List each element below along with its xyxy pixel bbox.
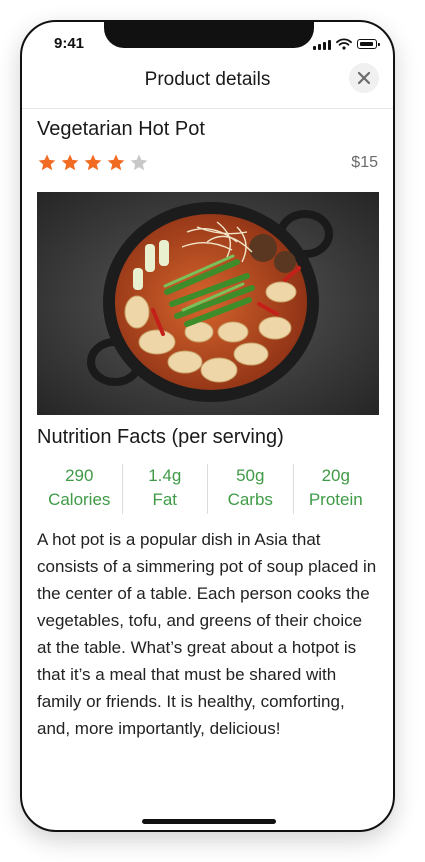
nutrient-fat: 1.4g Fat: [123, 464, 208, 514]
page-title: Product details: [144, 69, 271, 90]
close-button[interactable]: [349, 63, 379, 93]
product-description: A hot pot is a popular dish in Asia that…: [37, 530, 377, 738]
nutrient-label: Calories: [48, 490, 111, 509]
star-rating: [37, 153, 149, 173]
header: Product details: [22, 63, 393, 109]
nutrient-value: 290: [65, 466, 94, 485]
nutrient-label: Protein: [308, 490, 363, 509]
signal-icon: [313, 39, 331, 50]
wifi-icon: [336, 38, 352, 50]
status-time: 9:41: [54, 35, 85, 52]
phone-frame: 9:41 Product details Vegetarian Hot Pot …: [20, 20, 395, 832]
close-icon: [357, 71, 371, 85]
nutrient-value: 50g: [236, 466, 265, 485]
stage: 9:41 Product details Vegetarian Hot Pot …: [0, 0, 425, 862]
nutrient-protein: 20g Protein: [294, 464, 379, 514]
nutrition-title: Nutrition Facts (per serving): [37, 426, 284, 448]
star-filled-icon: [84, 154, 102, 171]
product-price: $15: [351, 154, 378, 171]
nutrition-facts: 290 Calories 1.4g Fat 50g Carbs 20g Prot…: [37, 464, 378, 514]
status-icons: [313, 38, 380, 50]
hot-pot-image: [37, 192, 379, 415]
star-empty-icon: [130, 154, 148, 171]
rating-row: $15: [37, 150, 378, 176]
nutrient-value: 1.4g: [148, 466, 182, 485]
notch: [104, 22, 314, 48]
nutrient-carbs: 50g Carbs: [208, 464, 294, 514]
nutrient-calories: 290 Calories: [37, 464, 123, 514]
product-name: Vegetarian Hot Pot: [37, 118, 205, 140]
home-indicator[interactable]: [142, 819, 276, 824]
nutrient-value: 20g: [321, 466, 350, 485]
star-filled-icon: [38, 154, 56, 171]
star-filled-icon: [107, 154, 125, 171]
content: Vegetarian Hot Pot $15 Nutrition Facts (…: [37, 118, 379, 742]
star-filled-icon: [61, 154, 79, 171]
nutrient-label: Fat: [152, 490, 178, 509]
nutrient-label: Carbs: [227, 490, 273, 509]
battery-icon: [357, 39, 380, 49]
